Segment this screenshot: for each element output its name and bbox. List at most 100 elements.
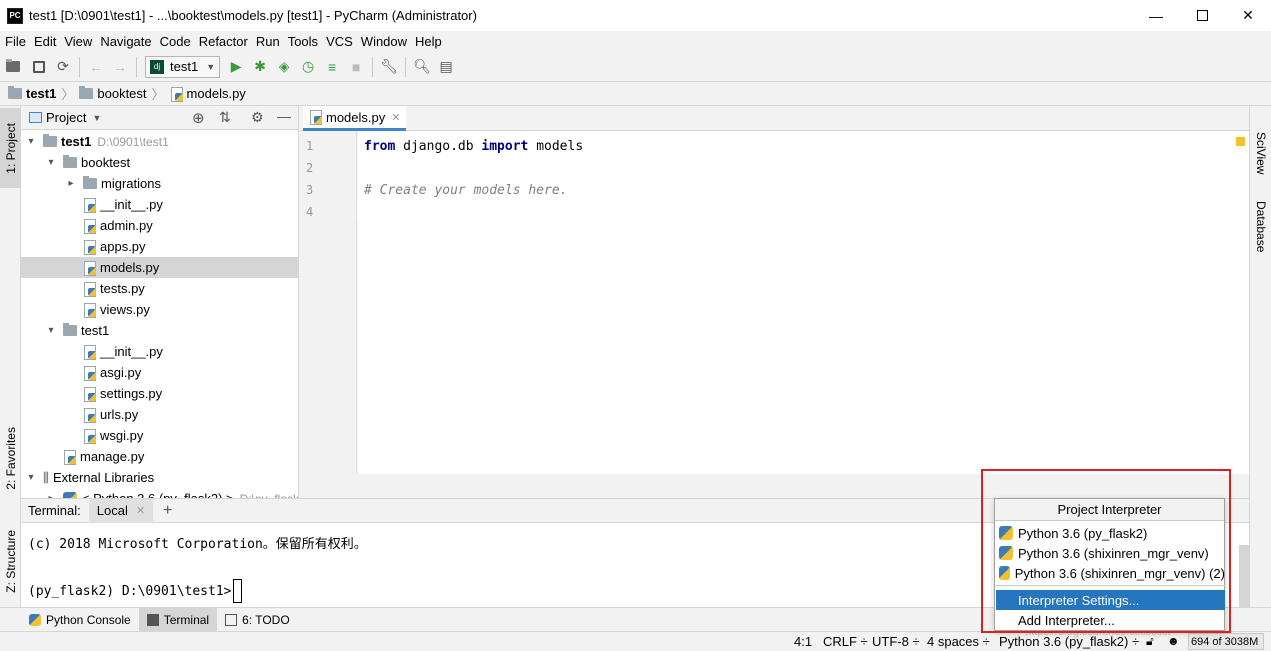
annotation-highlight-box bbox=[981, 469, 1231, 633]
tree-item-label: admin.py bbox=[100, 218, 153, 233]
run-configuration-select[interactable]: dj test1 ▼ bbox=[145, 55, 221, 78]
presentation-button[interactable]: ▤ bbox=[434, 55, 458, 79]
database-tool-tab[interactable]: Database bbox=[1250, 192, 1271, 262]
close-window-button[interactable]: ✕ bbox=[1225, 0, 1271, 31]
tree-item[interactable]: tests.py bbox=[21, 278, 298, 299]
menu-run[interactable]: Run bbox=[252, 34, 284, 49]
breadcrumb-project[interactable]: test1 bbox=[8, 86, 56, 101]
menu-file[interactable]: File bbox=[1, 34, 30, 49]
menu-view[interactable]: View bbox=[60, 34, 96, 49]
library-icon: ⫼ bbox=[43, 469, 49, 485]
python-file-icon bbox=[83, 407, 97, 423]
collapse-all-icon[interactable]: ⇅ bbox=[219, 109, 231, 126]
encoding-select[interactable]: UTF-8 ÷ bbox=[872, 634, 920, 649]
maximize-button[interactable] bbox=[1179, 0, 1225, 31]
chevron-right-icon[interactable]: ▸ bbox=[65, 178, 77, 189]
todo-tab[interactable]: 6: TODO bbox=[217, 608, 298, 632]
structure-tool-tab[interactable]: Z: Structure bbox=[0, 518, 21, 604]
hide-panel-icon[interactable]: — bbox=[277, 108, 291, 124]
python-file-icon bbox=[83, 386, 97, 402]
tree-item[interactable]: __init__.py bbox=[21, 194, 298, 215]
close-tab-icon[interactable]: ✕ bbox=[136, 504, 145, 517]
terminal-scrollbar[interactable] bbox=[1239, 545, 1249, 607]
tree-item[interactable]: ▸< Python 3.6 (py_flask2) >D:\py_flask bbox=[21, 488, 298, 498]
python-console-tab[interactable]: Python Console bbox=[21, 608, 139, 632]
save-all-button[interactable] bbox=[27, 55, 51, 79]
tree-item[interactable]: ▾ booktest bbox=[21, 152, 298, 173]
editor-tab-models-py[interactable]: models.py ✕ bbox=[303, 106, 407, 131]
chevron-down-icon[interactable]: ▾ bbox=[45, 157, 57, 168]
search-everywhere-button[interactable]: 🔍︎ bbox=[410, 55, 434, 79]
breadcrumb-models-py[interactable]: models.py bbox=[170, 86, 246, 102]
tree-item[interactable]: ▸ migrations bbox=[21, 173, 298, 194]
menu-tools[interactable]: Tools bbox=[284, 34, 322, 49]
menu-edit[interactable]: Edit bbox=[30, 34, 60, 49]
tree-item[interactable]: urls.py bbox=[21, 404, 298, 425]
chevron-down-icon[interactable]: ▾ bbox=[25, 472, 37, 483]
chevron-down-icon[interactable]: ▼ bbox=[92, 113, 101, 123]
menu-code[interactable]: Code bbox=[156, 34, 195, 49]
indent-select[interactable]: 4 spaces ÷ bbox=[927, 634, 990, 649]
menu-refactor[interactable]: Refactor bbox=[195, 34, 252, 49]
code-editor[interactable]: from django.db import models # Create you… bbox=[358, 131, 1249, 474]
settings-button[interactable]: 🔧︎ bbox=[377, 55, 401, 79]
breadcrumb-booktest[interactable]: booktest bbox=[79, 86, 147, 101]
arrow-right-icon: → bbox=[113, 58, 127, 75]
toolbar-separator bbox=[136, 56, 137, 77]
project-tool-tab[interactable]: 1: Project bbox=[0, 108, 21, 188]
caret-position[interactable]: 4:1 bbox=[794, 634, 812, 649]
tree-item-label: migrations bbox=[101, 176, 161, 191]
sciview-tool-tab[interactable]: SciView bbox=[1250, 128, 1271, 178]
tree-item[interactable]: settings.py bbox=[21, 383, 298, 404]
forward-button[interactable]: → bbox=[108, 55, 132, 79]
inspection-status-icon[interactable] bbox=[1236, 137, 1245, 146]
stop-button[interactable]: ■ bbox=[344, 55, 368, 79]
tree-item[interactable]: ▾ test1 D:\0901\test1 bbox=[21, 131, 298, 152]
back-button[interactable]: ← bbox=[84, 55, 108, 79]
chevron-down-icon[interactable]: ▾ bbox=[25, 136, 37, 147]
gear-icon[interactable]: ⚙ bbox=[251, 109, 264, 126]
terminal-tab-local[interactable]: Local ✕ bbox=[88, 498, 154, 523]
folder-icon bbox=[8, 86, 22, 99]
terminal-tab[interactable]: Terminal bbox=[138, 607, 218, 632]
run-button[interactable]: ▶ bbox=[224, 55, 248, 79]
tree-item[interactable]: asgi.py bbox=[21, 362, 298, 383]
menu-window[interactable]: Window bbox=[357, 34, 411, 49]
project-view-icon bbox=[29, 112, 42, 123]
open-folder-button[interactable] bbox=[3, 55, 27, 79]
tree-item[interactable]: ▾ test1 bbox=[21, 320, 298, 341]
menu-help[interactable]: Help bbox=[411, 34, 446, 49]
tree-item-label: models.py bbox=[100, 260, 160, 275]
python-file-icon bbox=[309, 110, 323, 125]
tree-item[interactable]: manage.py bbox=[21, 446, 298, 467]
tree-item[interactable]: apps.py bbox=[21, 236, 298, 257]
tree-item[interactable]: views.py bbox=[21, 299, 298, 320]
tree-item[interactable]: wsgi.py bbox=[21, 425, 298, 446]
run-concurrency-button[interactable]: ≡ bbox=[320, 55, 344, 79]
python-file-icon bbox=[83, 302, 97, 318]
synchronize-button[interactable]: ⟳ bbox=[51, 55, 75, 79]
debug-button[interactable]: ✱ bbox=[248, 55, 272, 79]
chevron-down-icon[interactable]: ▾ bbox=[45, 325, 57, 336]
project-view-select[interactable]: Project bbox=[46, 110, 86, 125]
run-with-coverage-button[interactable]: ◈ bbox=[272, 55, 296, 79]
new-terminal-tab-button[interactable]: + bbox=[163, 502, 172, 520]
favorites-tool-tab[interactable]: 2: Favorites bbox=[0, 418, 21, 498]
project-panel-header: Project ▼ ⊕ ⇅ ⚙ — bbox=[21, 106, 298, 130]
tree-item[interactable]: ▾ ⫼ External Libraries bbox=[21, 467, 298, 488]
line-separator-select[interactable]: CRLF ÷ bbox=[823, 634, 868, 649]
tree-item[interactable]: __init__.py bbox=[21, 341, 298, 362]
menu-navigate[interactable]: Navigate bbox=[96, 34, 155, 49]
tree-item-label: urls.py bbox=[100, 407, 139, 422]
python-file-icon bbox=[83, 344, 97, 360]
tree-item[interactable]: models.py bbox=[21, 257, 298, 278]
locate-file-icon[interactable]: ⊕ bbox=[192, 109, 205, 127]
menu-vcs[interactable]: VCS bbox=[322, 34, 357, 49]
tree-item[interactable]: admin.py bbox=[21, 215, 298, 236]
bug-icon: ✱ bbox=[254, 58, 266, 74]
python-file-icon bbox=[83, 281, 97, 297]
editor-tab-bar: models.py ✕ bbox=[300, 106, 1249, 131]
minimize-button[interactable]: — bbox=[1133, 0, 1179, 31]
profile-button[interactable]: ◷ bbox=[296, 55, 320, 79]
close-tab-icon[interactable]: ✕ bbox=[391, 111, 400, 124]
